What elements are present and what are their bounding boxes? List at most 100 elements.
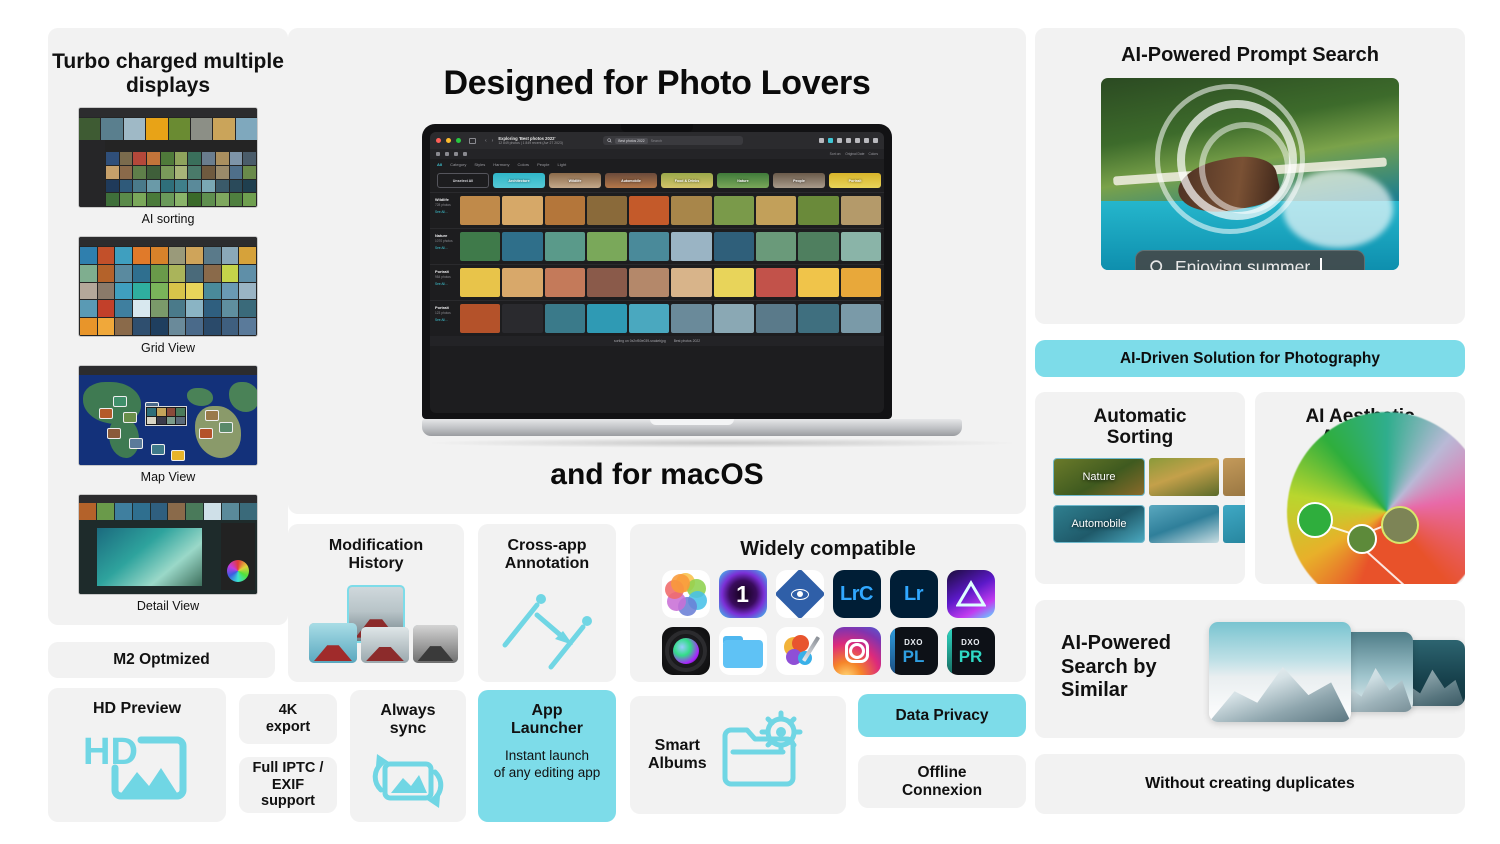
mountain-stack-icon [1197, 618, 1465, 722]
filter-icon[interactable] [828, 138, 833, 143]
without-duplicates-label: Without creating duplicates [1145, 775, 1355, 792]
row-thumbnails [460, 193, 884, 228]
version-thumb[interactable] [361, 626, 409, 663]
tab-people[interactable]: People [537, 162, 549, 167]
screenshot-caption: Grid View [141, 341, 195, 356]
nikon-viewnx-icon [775, 570, 824, 619]
search-icon [607, 138, 612, 143]
apple-photos-icon [661, 570, 710, 619]
cross-app-annotation-title: Cross-app Annotation [504, 537, 590, 572]
aesthetic-analysis-card: AI Aesthetic Analysis [1255, 392, 1465, 584]
hd-image-icon: HD [48, 724, 226, 802]
ai-driven-banner-label: AI-Driven Solution for Photography [1119, 350, 1381, 367]
always-sync-card: Always sync [350, 690, 466, 822]
grid-large-icon[interactable] [846, 138, 851, 143]
single-view-icon[interactable] [855, 138, 860, 143]
multiple-displays-card: Turbo charged multiple displays AI sorti… [48, 28, 288, 625]
version-thumb[interactable] [309, 622, 357, 663]
sorting-row-nature: Nature [1035, 457, 1245, 496]
row-label: Nature 1070 photos See All... [430, 229, 460, 264]
app-search-field[interactable]: Best photos 2022 Search [603, 136, 744, 145]
svg-text:HD: HD [83, 731, 138, 773]
capture-one-icon: 1 [718, 570, 767, 619]
clock-icon[interactable] [454, 152, 458, 156]
forward-icon[interactable]: › [492, 138, 494, 144]
sort-controls: Sort on: Original Date Colors [830, 152, 878, 156]
tab-light[interactable]: Light [558, 162, 567, 167]
app-secondary-toolbar: Sort on: Original Date Colors [430, 149, 884, 159]
search-token[interactable]: Best photos 2022 [615, 137, 648, 144]
photo-row: Portrait 984 photos See All... [430, 264, 884, 300]
minimize-icon[interactable] [446, 138, 451, 143]
tab-styles[interactable]: Styles [474, 162, 485, 167]
category-card-nature[interactable]: Nature [1053, 457, 1145, 496]
chip-architecture[interactable]: Architecture [493, 173, 545, 188]
prompt-search-input[interactable]: Enjoying summer [1135, 250, 1365, 271]
prompt-search-photo: Enjoying summer [1101, 78, 1399, 271]
inspector-icon[interactable] [873, 138, 878, 143]
tab-all[interactable]: All [437, 162, 442, 167]
4k-export-label: 4K export [265, 702, 311, 735]
see-all-link[interactable]: See All... [435, 282, 460, 286]
macbook-shadow [422, 438, 1022, 448]
hero-card: Designed for Photo Lovers ‹ › Exploring … [288, 28, 1026, 514]
close-icon[interactable] [436, 138, 441, 143]
chip-nature[interactable]: Nature [717, 173, 769, 188]
see-all-link[interactable]: See All... [435, 318, 460, 322]
dxo-photolab-icon: DXO PL [889, 627, 938, 676]
screenshot-caption: Map View [140, 470, 196, 485]
luminar-icon [946, 570, 995, 619]
back-icon[interactable]: ‹ [485, 138, 487, 144]
photo-versions-icon [301, 584, 458, 663]
chip-wildlife[interactable]: Wildlife [549, 173, 601, 188]
without-duplicates-card: Without creating duplicates [1035, 754, 1465, 814]
automatic-sorting-card: Automatic Sorting Nature Automobile [1035, 392, 1245, 584]
sidebar-toggle-icon[interactable] [469, 137, 476, 144]
search-icon [1150, 260, 1163, 271]
upload-icon[interactable] [436, 152, 440, 156]
row-thumbnails [460, 301, 884, 336]
row-label: Portrait 984 photos See All... [430, 265, 460, 300]
see-all-link[interactable]: See All... [435, 210, 460, 214]
tab-category[interactable]: Category [450, 162, 466, 167]
screenshot-map-view: Map View [78, 365, 258, 484]
category-card-automobile[interactable]: Automobile [1053, 504, 1145, 543]
status-left-text: sorting on 0x2xf50e039-snakebjpg [613, 339, 666, 343]
app-toolbar-icons [819, 138, 878, 143]
lightroom-icon: Lr [889, 570, 938, 619]
chip-food-drinks[interactable]: Food & Drinks [661, 173, 713, 188]
app-filter-tabs: All Category Styles Harmony Colors Peopl… [430, 159, 884, 170]
tab-harmony[interactable]: Harmony [493, 162, 509, 167]
text-caret [1320, 257, 1322, 271]
ai-driven-banner: AI-Driven Solution for Photography [1035, 340, 1465, 377]
app-window-title: Exploring 'Best photos 2022' 12 849 phot… [498, 135, 563, 145]
instagram-icon [832, 627, 881, 676]
screenshot-map-view-image [78, 365, 258, 467]
colors-dropdown[interactable]: Colors [868, 152, 878, 156]
data-privacy-label: Data Privacy [895, 706, 989, 724]
modification-history-card: Modification History [288, 524, 464, 682]
widely-compatible-title: Widely compatible [740, 538, 916, 560]
sorted-thumb [1149, 457, 1219, 496]
mountain-thumb-primary [1209, 622, 1351, 722]
chip-people[interactable]: People [773, 173, 825, 188]
chip-portrait[interactable]: Portrait [829, 173, 881, 188]
split-view-icon[interactable] [864, 138, 869, 143]
person-icon[interactable] [463, 152, 467, 156]
zoom-icon[interactable] [456, 138, 461, 143]
tab-colors[interactable]: Colors [518, 162, 530, 167]
4k-export-card: 4K export [239, 694, 337, 744]
grid-small-icon[interactable] [837, 138, 842, 143]
dxo-pureraw-icon: DXO PR [946, 627, 995, 676]
version-thumb[interactable] [413, 624, 458, 663]
smart-albums-card: Smart Albums [630, 696, 846, 814]
see-all-link[interactable]: See All... [435, 246, 460, 250]
sort-value[interactable]: Original Date [845, 152, 864, 156]
multiple-displays-title: Turbo charged multiple displays [52, 50, 284, 97]
chip-automobile[interactable]: Automobile [605, 173, 657, 188]
album-icon[interactable] [445, 152, 449, 156]
settings-icon[interactable] [819, 138, 824, 143]
chip-unselect-all[interactable]: Unselect All [437, 173, 489, 188]
screenshot-grid-view: Grid View [78, 236, 258, 355]
macbook-notch [621, 124, 693, 132]
